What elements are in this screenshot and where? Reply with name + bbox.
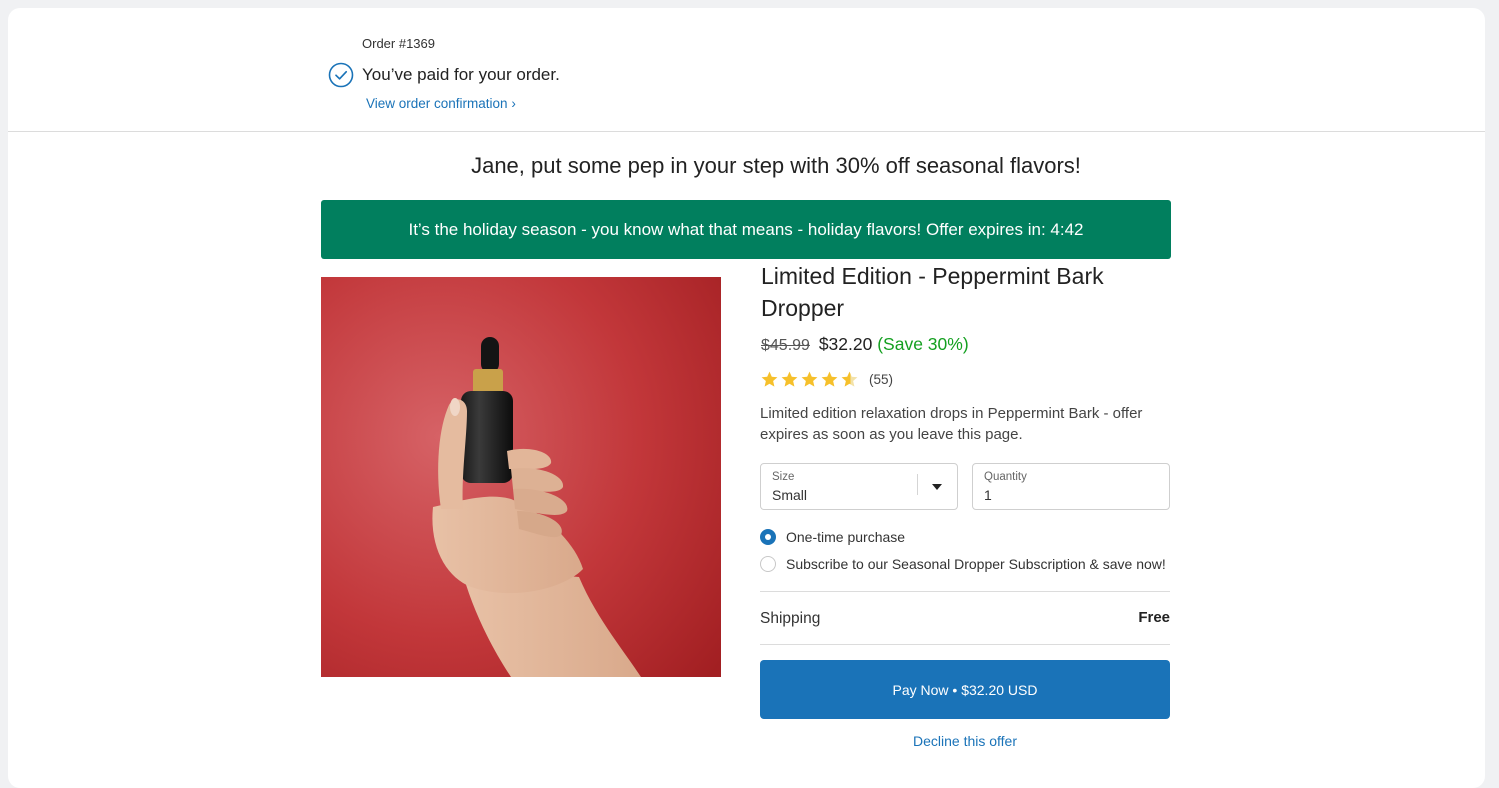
- review-count: (55): [869, 372, 894, 387]
- subscription-option[interactable]: Subscribe to our Seasonal Dropper Subscr…: [760, 556, 1166, 572]
- shipping-value: Free: [1138, 609, 1170, 626]
- product-rating: (55): [760, 370, 893, 389]
- star-icon: [781, 371, 798, 387]
- pay-now-button[interactable]: Pay Now • $32.20 USD: [760, 660, 1170, 719]
- quantity-field[interactable]: Quantity 1: [972, 463, 1170, 510]
- paid-message: You’ve paid for your order.: [362, 65, 560, 84]
- order-number: Order #1369: [362, 36, 435, 51]
- check-circle-icon: [328, 62, 354, 88]
- shipping-label: Shipping: [760, 610, 821, 627]
- star-icon: [821, 371, 838, 387]
- select-divider: [917, 474, 918, 495]
- promo-headline: Jane, put some pep in your step with 30%…: [471, 153, 1081, 178]
- product-image: [321, 277, 721, 677]
- star-icon: [801, 371, 818, 387]
- one-time-purchase-label: One-time purchase: [786, 529, 906, 545]
- rating-stars: [760, 370, 859, 389]
- price-row: $45.99 $32.20 (Save 30%): [761, 334, 969, 355]
- star-icon: [761, 371, 778, 387]
- post-purchase-card: Order #1369 You’ve paid for your order. …: [8, 8, 1485, 788]
- one-time-purchase-option[interactable]: One-time purchase: [760, 529, 905, 545]
- header-divider: [8, 131, 1485, 132]
- radio-selected-icon[interactable]: [760, 529, 776, 545]
- sale-price: $32.20: [818, 334, 873, 354]
- savings-text: (Save 30%): [877, 334, 969, 354]
- product-title: Limited Edition - Peppermint Bark Droppe…: [761, 263, 1104, 321]
- product-description: Limited edition relaxation drops in Pepp…: [760, 405, 1143, 443]
- radio-unselected-icon[interactable]: [760, 556, 776, 572]
- half-star-icon: [841, 371, 858, 387]
- offer-countdown-banner: It’s the holiday season - you know what …: [321, 200, 1171, 259]
- original-price: $45.99: [761, 337, 810, 354]
- size-label: Size: [772, 471, 795, 483]
- size-select[interactable]: Size Small: [760, 463, 958, 510]
- size-value: Small: [772, 487, 808, 503]
- divider: [760, 644, 1170, 645]
- dropper-bottle-in-hand-photo: [321, 277, 721, 677]
- subscription-label: Subscribe to our Seasonal Dropper Subscr…: [786, 556, 1166, 572]
- divider: [760, 591, 1170, 592]
- chevron-down-icon[interactable]: [932, 484, 942, 490]
- quantity-label: Quantity: [984, 471, 1027, 483]
- decline-offer-link[interactable]: Decline this offer: [760, 733, 1170, 749]
- view-order-confirmation-link[interactable]: View order confirmation ›: [366, 96, 516, 111]
- quantity-value: 1: [984, 487, 992, 503]
